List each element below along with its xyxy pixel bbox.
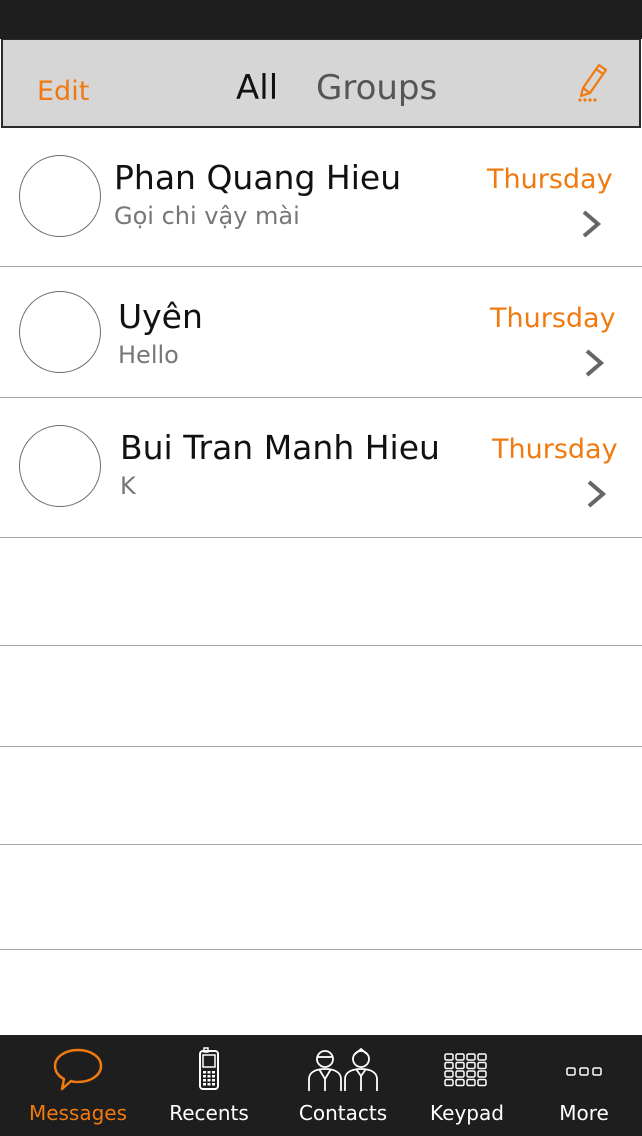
avatar bbox=[19, 425, 101, 507]
conversation-row[interactable]: Phan Quang Hieu Gọi chi vậy mài Thursday bbox=[0, 128, 642, 267]
phone-icon bbox=[154, 1047, 264, 1095]
avatar bbox=[19, 155, 101, 237]
more-icon bbox=[540, 1047, 628, 1095]
message-preview: Gọi chi vậy mài bbox=[114, 202, 300, 230]
tab-all[interactable]: All bbox=[236, 68, 278, 108]
people-icon bbox=[288, 1047, 398, 1095]
empty-row bbox=[0, 538, 642, 646]
contact-name: Phan Quang Hieu bbox=[114, 158, 402, 197]
tab-bar: Messages Recents Contacts Keypad More bbox=[0, 1035, 642, 1136]
tab-label: Contacts bbox=[298, 1101, 388, 1125]
contact-name: Bui Tran Manh Hieu bbox=[120, 428, 440, 467]
empty-row bbox=[0, 845, 642, 950]
contact-name: Uyên bbox=[118, 297, 203, 336]
tab-label: More bbox=[559, 1101, 609, 1125]
chevron-right-icon bbox=[585, 349, 605, 377]
tab-label: Messages bbox=[28, 1101, 128, 1125]
message-date: Thursday bbox=[492, 434, 618, 465]
tab-label: Recents bbox=[169, 1101, 249, 1125]
message-date: Thursday bbox=[487, 164, 613, 195]
conversation-row[interactable]: Uyên Hello Thursday bbox=[0, 267, 642, 398]
empty-row bbox=[0, 646, 642, 747]
navigation-bar: Edit All Groups bbox=[1, 39, 641, 128]
conversation-row[interactable]: Bui Tran Manh Hieu K Thursday bbox=[0, 398, 642, 538]
tab-keypad[interactable]: Keypad bbox=[420, 1035, 514, 1136]
tab-label: Keypad bbox=[430, 1101, 504, 1125]
chevron-right-icon bbox=[587, 480, 607, 508]
tab-recents[interactable]: Recents bbox=[154, 1035, 264, 1136]
keypad-icon bbox=[420, 1047, 514, 1095]
empty-row bbox=[0, 747, 642, 845]
chevron-right-icon bbox=[582, 210, 602, 238]
tab-messages[interactable]: Messages bbox=[18, 1035, 138, 1136]
message-date: Thursday bbox=[490, 303, 616, 334]
pencil-icon[interactable] bbox=[575, 62, 611, 104]
message-preview: K bbox=[120, 472, 136, 500]
tab-contacts[interactable]: Contacts bbox=[288, 1035, 398, 1136]
message-preview: Hello bbox=[118, 341, 179, 369]
status-bar bbox=[0, 0, 642, 39]
tab-groups[interactable]: Groups bbox=[316, 68, 437, 108]
speech-bubble-icon bbox=[18, 1047, 138, 1095]
avatar bbox=[19, 291, 101, 373]
edit-button[interactable]: Edit bbox=[37, 76, 89, 107]
tab-more[interactable]: More bbox=[540, 1035, 628, 1136]
